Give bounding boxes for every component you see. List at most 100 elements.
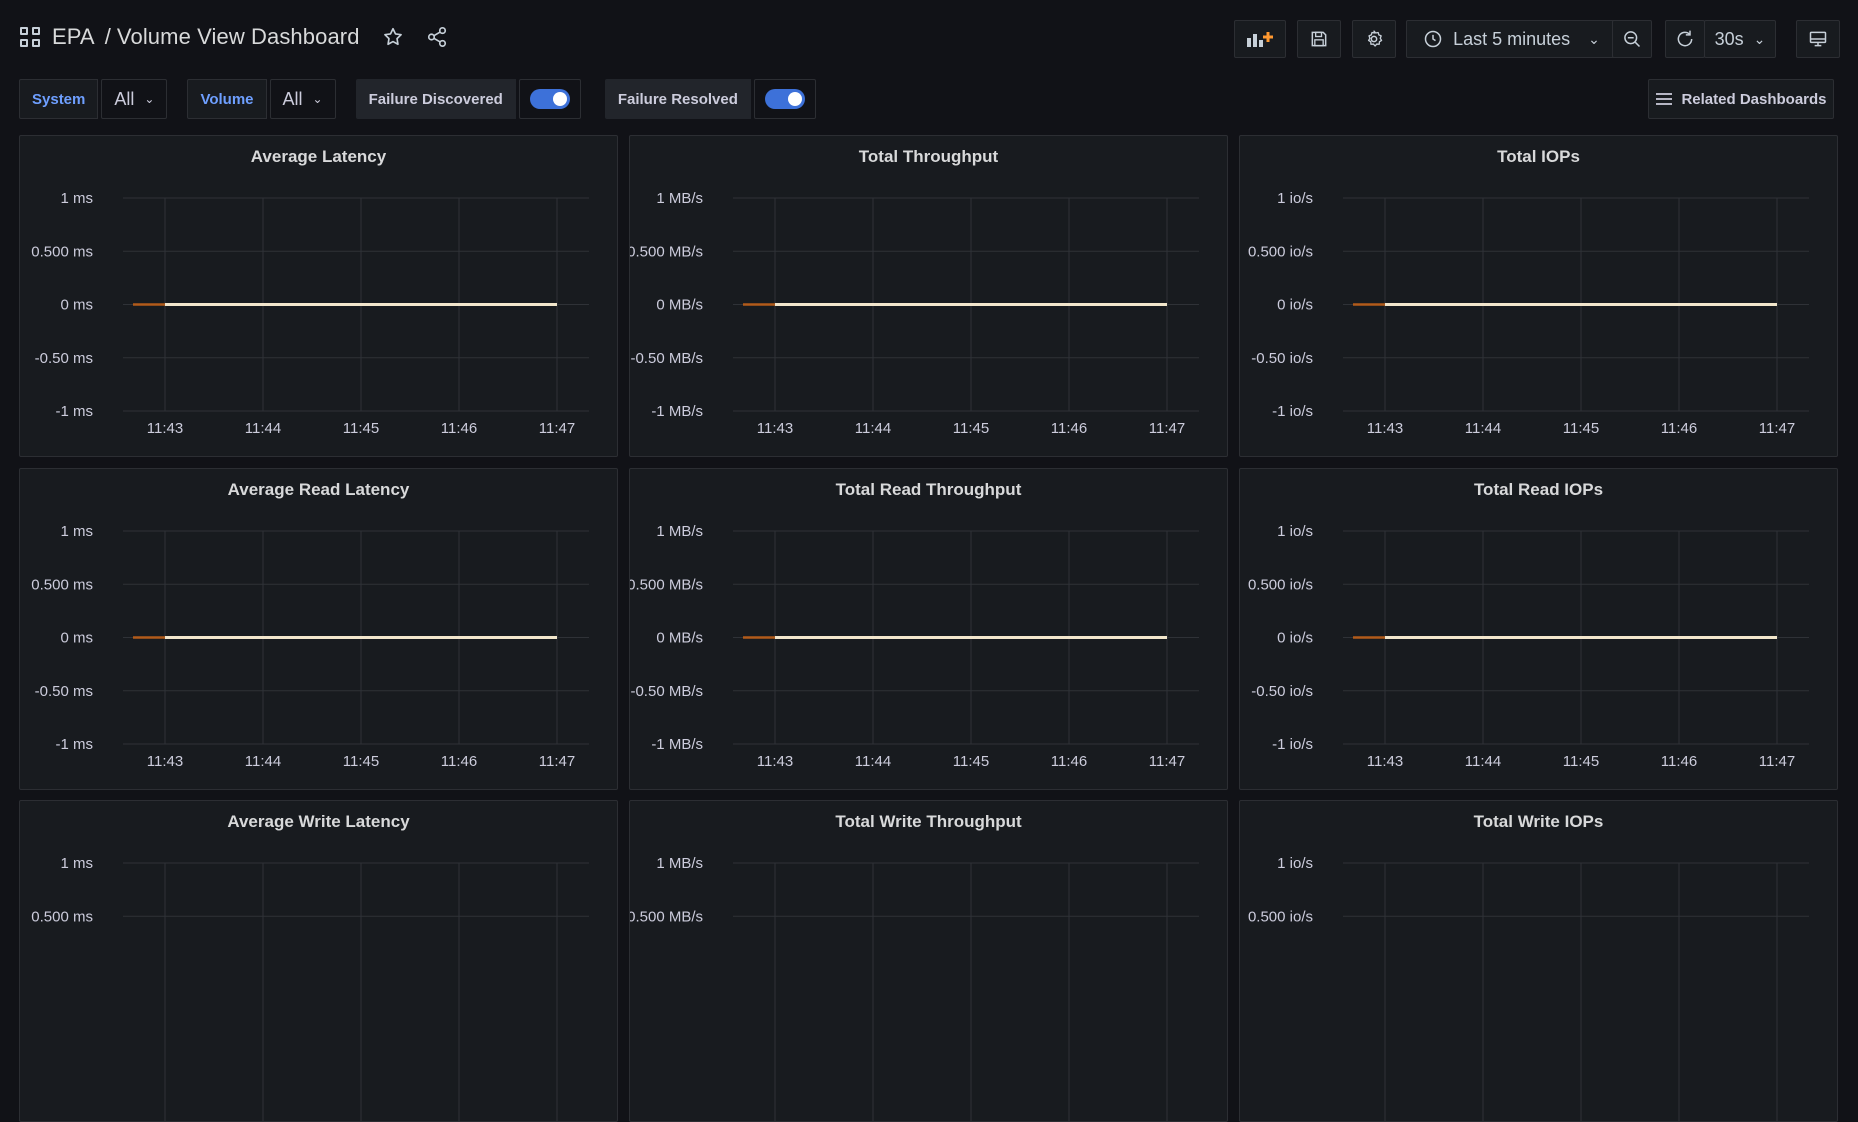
panel-average-latency[interactable]: Average Latency 1 ms 0.500 ms 0 ms -0.50 ms -… xyxy=(19,135,618,457)
related-dashboards-label: Related Dashboards xyxy=(1681,90,1827,108)
x-tick-label: 11:47 xyxy=(1759,420,1795,437)
share-icon[interactable] xyxy=(426,26,448,48)
x-tick-label: 11:46 xyxy=(1051,420,1087,437)
y-tick-label: 0.500 io/s xyxy=(1248,576,1313,593)
panel-total-write-iops[interactable]: Total Write IOPs 1 io/s 0.500 io/s xyxy=(1239,800,1838,1122)
panel-total-read-iops[interactable]: Total Read IOPs 1 io/s 0.500 io/s 0 io/s -0.… xyxy=(1239,468,1838,790)
y-tick-label: 0.500 ms xyxy=(31,243,93,260)
y-tick-label: 0.500 io/s xyxy=(1248,243,1313,260)
panel-total-throughput[interactable]: Total Throughput 1 MB/s 0.500 MB/s 0 MB/s -0… xyxy=(629,135,1228,457)
chevron-down-icon: ⌄ xyxy=(144,92,155,106)
x-tick-label: 11:44 xyxy=(1465,753,1501,770)
panel-plot: 1 MB/s 0.500 MB/s xyxy=(630,855,1199,1121)
x-tick-label: 11:43 xyxy=(1367,753,1403,770)
x-tick-label: 11:47 xyxy=(539,753,575,770)
y-tick-label: -0.50 MB/s xyxy=(630,350,703,367)
x-tick-label: 11:46 xyxy=(441,753,477,770)
x-tick-label: 11:45 xyxy=(953,420,989,437)
y-tick-label: -1 MB/s xyxy=(651,736,703,753)
x-tick-label: 11:46 xyxy=(441,420,477,437)
y-tick-label: 1 MB/s xyxy=(656,190,703,207)
top-navbar: EPA / Volume View Dashboard Last 5 minutes… xyxy=(0,0,1858,80)
panel-total-write-throughput[interactable]: Total Write Throughput 1 MB/s 0.500 MB/s xyxy=(629,800,1228,1122)
time-range-picker[interactable]: Last 5 minutes ⌄ xyxy=(1406,20,1617,58)
y-tick-label: 0 io/s xyxy=(1277,297,1313,314)
y-tick-label: 1 MB/s xyxy=(656,855,703,872)
x-tick-label: 11:43 xyxy=(147,753,183,770)
panel-total-iops[interactable]: Total IOPs 1 io/s 0.500 io/s 0 io/s -0.50 io… xyxy=(1239,135,1838,457)
variable-label-failure-resolved: Failure Resolved xyxy=(604,79,751,119)
x-tick-label: 11:45 xyxy=(1563,420,1599,437)
panel-plot: 1 ms 0.500 ms 0 ms -0.50 ms -1 ms 11:43 11:44 1… xyxy=(31,523,589,770)
x-tick-label: 11:46 xyxy=(1661,420,1697,437)
x-tick-label: 11:47 xyxy=(539,420,575,437)
y-tick-label: 0.500 MB/s xyxy=(630,243,703,260)
monitor-icon xyxy=(1809,31,1827,47)
y-tick-label: -1 ms xyxy=(56,403,94,420)
failure-resolved-toggle[interactable] xyxy=(764,89,805,109)
y-tick-label: 0 ms xyxy=(60,297,93,314)
variable-select-system[interactable]: All ⌄ xyxy=(101,79,168,119)
y-tick-label: -1 MB/s xyxy=(651,403,703,420)
add-panel-button[interactable] xyxy=(1234,20,1286,58)
tv-mode-button[interactable] xyxy=(1796,20,1840,58)
panel-plot: 1 io/s 0.500 io/s 0 io/s -0.50 io/s -1 io/s 1… xyxy=(1248,190,1809,437)
failure-discovered-toggle-container[interactable] xyxy=(518,79,581,119)
y-tick-label: 0.500 ms xyxy=(31,576,93,593)
panel-plot: 1 ms 0.500 ms xyxy=(31,855,589,1121)
dashboard-title[interactable]: Volume View Dashboard xyxy=(117,24,360,49)
clock-icon xyxy=(1424,30,1442,48)
y-tick-label: 1 io/s xyxy=(1277,190,1313,207)
y-tick-label: 0.500 MB/s xyxy=(630,576,703,593)
x-tick-label: 11:47 xyxy=(1149,420,1185,437)
y-tick-label: 1 ms xyxy=(60,855,93,872)
variable-select-volume[interactable]: All ⌄ xyxy=(269,79,336,119)
failure-discovered-toggle[interactable] xyxy=(529,89,570,109)
y-tick-label: -0.50 io/s xyxy=(1251,683,1313,700)
y-tick-label: -0.50 ms xyxy=(35,350,93,367)
y-tick-label: 0 ms xyxy=(60,630,93,647)
dashboard-settings-button[interactable] xyxy=(1352,20,1396,58)
y-tick-label: -0.50 io/s xyxy=(1251,350,1313,367)
panel-average-read-latency[interactable]: Average Read Latency 1 ms 0.500 ms 0 ms -0.5… xyxy=(19,468,618,790)
y-tick-label: 0.500 io/s xyxy=(1248,908,1313,925)
save-dashboard-button[interactable] xyxy=(1297,20,1341,58)
y-tick-label: -1 io/s xyxy=(1272,736,1313,753)
breadcrumb-text: EPA / Volume View Dashboard xyxy=(52,24,360,50)
chevron-down-icon: ⌄ xyxy=(1753,30,1766,47)
related-dashboards-button[interactable]: Related Dashboards xyxy=(1648,79,1834,119)
zoom-out-button[interactable] xyxy=(1612,20,1652,58)
breadcrumb-separator: / xyxy=(104,24,111,49)
failure-resolved-toggle-container[interactable] xyxy=(753,79,816,119)
refresh-button[interactable] xyxy=(1665,20,1705,58)
variable-label-failure-discovered: Failure Discovered xyxy=(355,79,516,119)
x-tick-label: 11:45 xyxy=(1563,753,1599,770)
y-tick-label: 1 ms xyxy=(60,190,93,207)
x-tick-label: 11:43 xyxy=(757,753,793,770)
dashboards-grid-icon[interactable] xyxy=(20,27,40,47)
template-variables-bar: System All ⌄ Volume All ⌄ Failure Discover… xyxy=(19,79,816,119)
y-tick-label: -0.50 ms xyxy=(35,683,93,700)
y-tick-label: 1 io/s xyxy=(1277,855,1313,872)
panel-average-write-latency[interactable]: Average Write Latency 1 ms 0.500 ms xyxy=(19,800,618,1122)
y-tick-label: 1 MB/s xyxy=(656,523,703,540)
chevron-down-icon: ⌄ xyxy=(1588,30,1600,47)
refresh-interval-picker[interactable]: 30s ⌄ xyxy=(1704,20,1776,58)
refresh-icon xyxy=(1677,30,1693,47)
panel-plot: 1 MB/s 0.500 MB/s 0 MB/s -0.50 MB/s -1 MB/s 1… xyxy=(630,523,1199,770)
panel-plot: 1 MB/s 0.500 MB/s 0 MB/s -0.50 MB/s -1 MB/s 1… xyxy=(630,190,1199,437)
variable-label-system: System xyxy=(19,79,99,119)
menu-icon xyxy=(1656,93,1673,105)
x-tick-label: 11:44 xyxy=(855,420,891,437)
y-tick-label: -0.50 MB/s xyxy=(630,683,703,700)
y-tick-label: 0 io/s xyxy=(1277,630,1313,647)
panel-plot: 1 ms 0.500 ms 0 ms -0.50 ms -1 ms 11:43 11:44 1… xyxy=(31,190,589,437)
panel-plot: 1 io/s 0.500 io/s 0 io/s -0.50 io/s -1 io/s 1… xyxy=(1248,523,1809,770)
x-tick-label: 11:47 xyxy=(1759,753,1795,770)
x-tick-label: 11:44 xyxy=(245,420,281,437)
folder-link[interactable]: EPA xyxy=(52,24,95,49)
star-icon[interactable] xyxy=(382,26,404,48)
x-tick-label: 11:43 xyxy=(147,420,183,437)
panel-total-read-throughput[interactable]: Total Read Throughput 1 MB/s 0.500 MB/s 0 M… xyxy=(629,468,1228,790)
time-range-label: Last 5 minutes xyxy=(1453,28,1571,49)
